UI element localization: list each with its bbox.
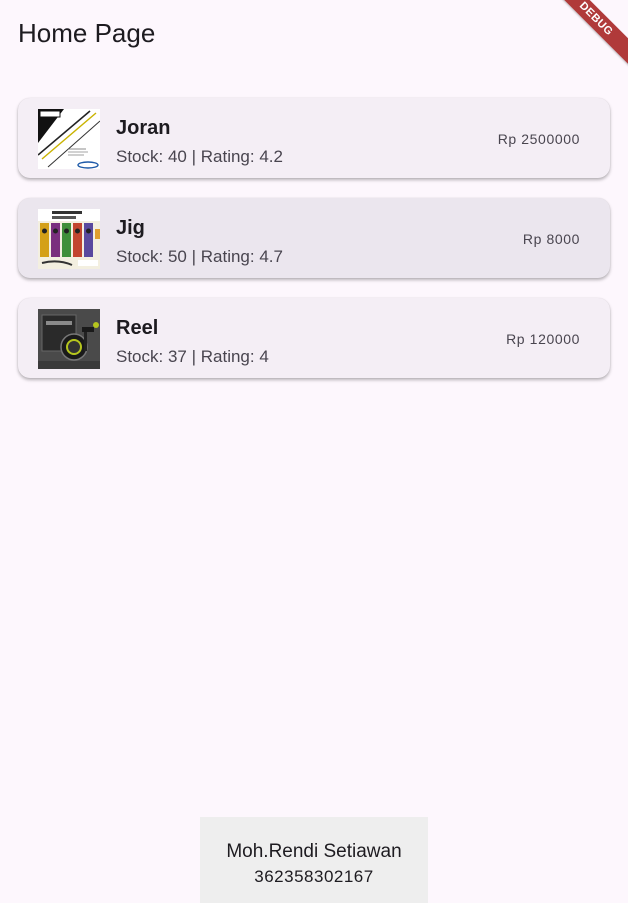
product-price: Rp 8000 bbox=[522, 231, 580, 247]
app-screen: Home Page DEBUG Joran Stock: 40 | Rating… bbox=[0, 0, 628, 903]
product-meta: Stock: 50 | Rating: 4.7 bbox=[116, 247, 283, 266]
product-card-reel[interactable]: Reel Stock: 37 | Rating: 4 Rp 120000 bbox=[18, 298, 610, 378]
product-name: Jig bbox=[116, 217, 145, 239]
author-footer: Moh.Rendi Setiawan 362358302167 bbox=[200, 817, 428, 903]
page-title: Home Page bbox=[18, 18, 156, 48]
product-list: Joran Stock: 40 | Rating: 4.2 Rp 2500000 bbox=[18, 98, 610, 398]
product-meta: Stock: 37 | Rating: 4 bbox=[116, 347, 269, 366]
product-card-joran[interactable]: Joran Stock: 40 | Rating: 4.2 Rp 2500000 bbox=[18, 98, 610, 178]
app-bar: Home Page bbox=[0, 0, 628, 66]
jig-lures-image bbox=[38, 209, 100, 269]
fishing-rod-image bbox=[38, 109, 100, 169]
product-name: Reel bbox=[116, 317, 159, 339]
product-name: Joran bbox=[116, 117, 171, 139]
product-meta: Stock: 40 | Rating: 4.2 bbox=[116, 147, 283, 166]
fishing-reel-image bbox=[38, 309, 100, 369]
product-price: Rp 2500000 bbox=[497, 131, 580, 147]
product-price: Rp 120000 bbox=[506, 331, 580, 347]
product-card-jig[interactable]: Jig Stock: 50 | Rating: 4.7 Rp 8000 bbox=[18, 198, 610, 278]
author-name: Moh.Rendi Setiawan bbox=[226, 841, 402, 862]
student-id: 362358302167 bbox=[254, 867, 374, 886]
